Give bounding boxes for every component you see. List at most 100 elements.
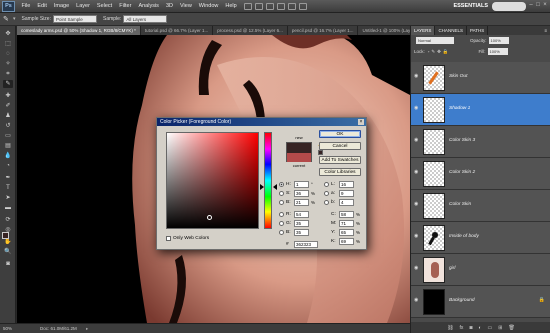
tab-layers[interactable]: LAYERS bbox=[411, 26, 436, 35]
minimize-icon[interactable]: – bbox=[528, 2, 534, 9]
shape-tool-icon[interactable]: ▬ bbox=[3, 204, 13, 212]
maximize-icon[interactable]: □ bbox=[535, 2, 541, 9]
search-input[interactable] bbox=[492, 2, 526, 11]
menu-3d[interactable]: 3D bbox=[162, 0, 176, 13]
menu-file[interactable]: File bbox=[18, 0, 34, 13]
lab-a-radio[interactable] bbox=[324, 191, 329, 196]
sample-select[interactable]: All Layers bbox=[123, 15, 168, 23]
minibridge-icon[interactable] bbox=[255, 2, 264, 10]
status-arrow-icon[interactable]: ▸ bbox=[86, 324, 88, 333]
tool-preset-arrow-icon[interactable]: ▾ bbox=[13, 16, 16, 22]
cancel-button[interactable]: Cancel bbox=[319, 142, 361, 150]
hex-input[interactable]: 362323 bbox=[294, 241, 318, 248]
hue-input[interactable]: 1 bbox=[294, 181, 309, 188]
lab-a-input[interactable]: 9 bbox=[339, 190, 354, 197]
brush-tool-icon[interactable]: ✐ bbox=[3, 102, 13, 110]
tab-paths[interactable]: PATHS bbox=[467, 26, 489, 35]
lab-b-input[interactable]: 4 bbox=[339, 199, 354, 206]
lab-l-radio[interactable] bbox=[324, 182, 329, 187]
blend-mode-select[interactable]: Normal bbox=[416, 37, 454, 44]
quick-mask-icon[interactable]: ◙ bbox=[3, 260, 13, 268]
brightness-input[interactable]: 21 bbox=[294, 199, 309, 206]
crop-tool-icon[interactable]: ⌗ bbox=[3, 70, 13, 78]
pen-tool-icon[interactable]: ✒ bbox=[3, 174, 13, 182]
new-group-icon[interactable]: ▭ bbox=[488, 325, 493, 331]
saturation-input[interactable]: 36 bbox=[294, 190, 309, 197]
web-safe-cube-icon[interactable] bbox=[318, 150, 323, 155]
dodge-tool-icon[interactable]: ◔ bbox=[3, 162, 13, 170]
only-web-colors-checkbox[interactable] bbox=[166, 236, 171, 241]
healing-tool-icon[interactable]: ✚ bbox=[3, 92, 13, 100]
red-input[interactable]: 54 bbox=[294, 211, 309, 218]
eyedropper-tool-icon[interactable]: ✎ bbox=[3, 80, 13, 88]
tab-channels[interactable]: CHANNELS bbox=[435, 26, 467, 35]
tab-untitled[interactable]: Untitled-1 @ 100% (Layer 1... bbox=[358, 26, 410, 35]
foreground-color-swatch[interactable] bbox=[2, 232, 9, 239]
only-web-colors[interactable]: Only Web Colors bbox=[166, 236, 209, 241]
hue-slider[interactable] bbox=[264, 132, 272, 229]
saturation-radio[interactable] bbox=[279, 191, 284, 196]
saturation-brightness-field[interactable] bbox=[166, 132, 259, 229]
brightness-radio[interactable] bbox=[279, 200, 284, 205]
layer-girl[interactable]: ◉ girl bbox=[411, 254, 550, 286]
extras-icon[interactable] bbox=[266, 2, 275, 10]
rotate-view-icon[interactable] bbox=[299, 2, 308, 10]
menu-image[interactable]: Image bbox=[50, 0, 72, 13]
visibility-eye-icon[interactable]: ◉ bbox=[414, 234, 419, 239]
visibility-eye-icon[interactable]: ◉ bbox=[414, 106, 419, 111]
visibility-eye-icon[interactable]: ◉ bbox=[414, 138, 419, 143]
lasso-tool-icon[interactable]: ◌ bbox=[3, 50, 13, 58]
menu-filter[interactable]: Filter bbox=[116, 0, 135, 13]
close-icon[interactable]: × bbox=[542, 2, 548, 9]
layer-color-skin-3[interactable]: ◉ Color Skin 3 bbox=[411, 126, 550, 158]
eyedropper-icon[interactable]: ✎ bbox=[3, 15, 13, 24]
layer-color-skin-2[interactable]: ◉ Color Skin 2 bbox=[411, 158, 550, 190]
yellow-input[interactable]: 65 bbox=[339, 229, 354, 236]
layer-shadow-1[interactable]: ◉ Shadow 1 bbox=[411, 94, 550, 126]
color-cursor-icon[interactable] bbox=[207, 215, 212, 220]
menu-view[interactable]: View bbox=[176, 0, 195, 13]
hand-tool-icon[interactable]: ✋ bbox=[3, 238, 13, 246]
type-tool-icon[interactable]: T bbox=[3, 184, 13, 192]
workspace-switcher[interactable]: ESSENTIALS bbox=[453, 2, 488, 11]
green-input[interactable]: 35 bbox=[294, 220, 309, 227]
3d-rotate-tool-icon[interactable]: ⟳ bbox=[3, 216, 13, 224]
menu-help[interactable]: Help bbox=[222, 0, 240, 13]
new-layer-icon[interactable]: ⊞ bbox=[498, 325, 502, 331]
hand-icon[interactable] bbox=[288, 2, 297, 10]
layer-skin-out[interactable]: ◉ Skin Out bbox=[411, 62, 550, 94]
layer-color-skin[interactable]: ◉ Color Skin bbox=[411, 190, 550, 222]
clone-stamp-tool-icon[interactable]: ♟ bbox=[3, 112, 13, 120]
history-brush-tool-icon[interactable]: ↺ bbox=[3, 122, 13, 130]
menu-layer[interactable]: Layer bbox=[73, 0, 94, 13]
blue-input[interactable]: 35 bbox=[294, 229, 309, 236]
visibility-eye-icon[interactable]: ◉ bbox=[414, 266, 419, 271]
current-color-swatch[interactable] bbox=[287, 153, 311, 162]
tab-comeslady-arms[interactable]: comeslady arms.psd @ 50% (Shadow 1, RGB/… bbox=[17, 26, 141, 35]
bridge-icon[interactable] bbox=[244, 2, 253, 10]
red-radio[interactable] bbox=[279, 212, 284, 217]
blue-radio[interactable] bbox=[279, 230, 284, 235]
layer-inside-of-body[interactable]: ◉ Inside of body bbox=[411, 222, 550, 254]
delete-layer-icon[interactable]: 🗑 bbox=[508, 325, 514, 331]
layer-style-icon[interactable]: fx bbox=[460, 325, 464, 331]
zoom-level-icon[interactable] bbox=[277, 2, 286, 10]
black-input[interactable]: 69 bbox=[339, 238, 354, 245]
blur-tool-icon[interactable]: 💧 bbox=[3, 152, 13, 160]
sample-size-select[interactable]: Point Sample bbox=[52, 15, 97, 23]
eraser-tool-icon[interactable]: ▭ bbox=[3, 132, 13, 140]
panel-menu-icon[interactable]: ≡ bbox=[544, 26, 550, 35]
cyan-input[interactable]: 58 bbox=[339, 211, 354, 218]
visibility-eye-icon[interactable]: ◉ bbox=[414, 170, 419, 175]
magenta-input[interactable]: 71 bbox=[339, 220, 354, 227]
lock-options-icon[interactable]: ▫✎✥🔒 bbox=[428, 49, 451, 55]
color-libraries-button[interactable]: Color Libraries bbox=[319, 168, 361, 176]
zoom-tool-icon[interactable]: 🔍 bbox=[3, 248, 13, 256]
menu-window[interactable]: Window bbox=[195, 0, 222, 13]
move-tool-icon[interactable]: ✥ bbox=[3, 30, 13, 38]
ok-button[interactable]: OK bbox=[319, 130, 361, 138]
fill-input[interactable]: 100% bbox=[487, 48, 508, 55]
tab-pencil[interactable]: pencil.psd @ 16.7% (Layer 1... bbox=[287, 26, 359, 35]
lab-b-radio[interactable] bbox=[324, 200, 329, 205]
lab-l-input[interactable]: 16 bbox=[339, 181, 354, 188]
